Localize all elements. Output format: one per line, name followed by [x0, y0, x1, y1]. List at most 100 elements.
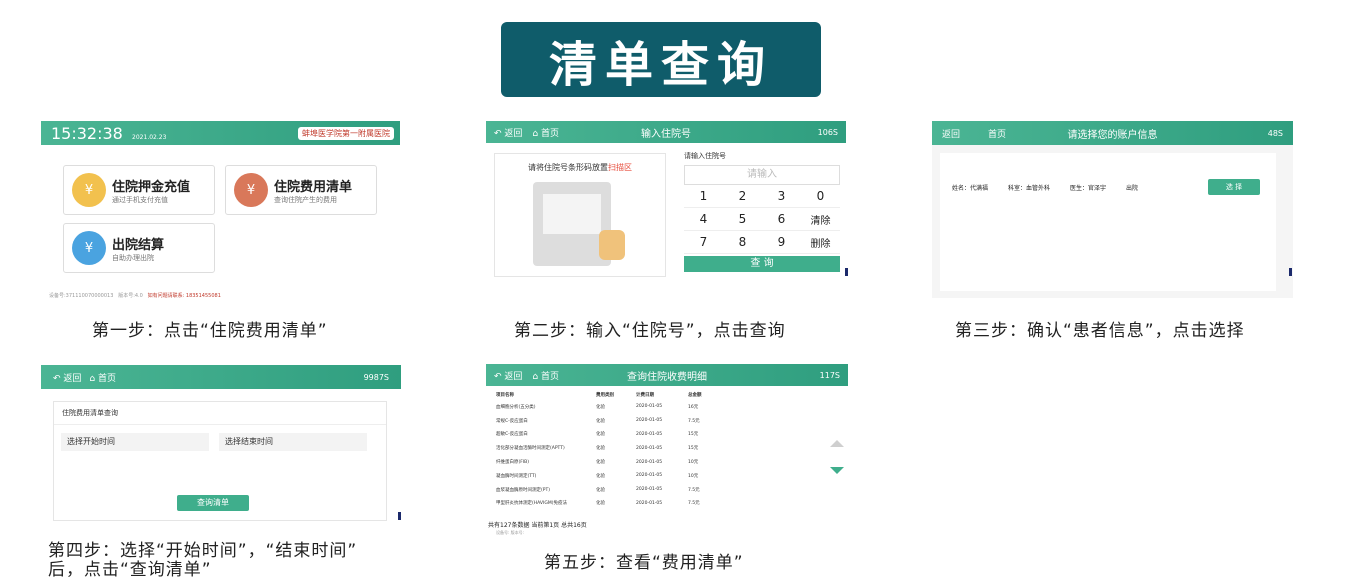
bill-icon: ¥	[234, 173, 268, 207]
step4-screenshot: ↶ 返回 ⌂ 首页 9987S 住院费用清单查询 选择开始时间 选择结束时间 查…	[41, 365, 401, 541]
scan-area: 请将住院号条形码放置扫描区	[494, 153, 666, 277]
clock: 15:32:38	[51, 123, 123, 143]
pagination-text: 共有127条数据 当前第1页 总共16页	[488, 522, 587, 529]
table-row: 超敏C-反应蛋白 化验 2020-01-05 15元	[492, 428, 724, 442]
tile-label: 住院押金充值	[112, 179, 191, 195]
scrollbar-mark	[398, 512, 401, 520]
key-5[interactable]: 5	[723, 208, 762, 231]
contact: 如有问题请联系: 18351455081	[147, 293, 221, 299]
key-0[interactable]: 0	[801, 185, 840, 208]
table-row: 常规C-反应蛋白 化验 2020-01-05 7.5元	[492, 414, 724, 428]
step1-caption: 第一步：点击“住院费用清单”	[92, 321, 328, 341]
step4-header: ↶ 返回 ⌂ 首页 9987S	[41, 365, 401, 389]
cell: 2020-01-05	[636, 473, 663, 479]
header-title: 请选择您的账户信息	[1067, 129, 1158, 141]
tile-sub: 通过手机支付充值	[112, 195, 168, 204]
step1-screenshot: 15:32:38 2021.02.23 蚌埠医学院第一附属医院 ¥ 住院押金充值…	[41, 121, 400, 301]
key-4[interactable]: 4	[684, 208, 723, 231]
scroll-up-icon[interactable]	[830, 440, 844, 447]
wallet-icon: ¥	[72, 173, 106, 207]
table-row: 血浆凝血酶原时间测定(PT) 化验 2020-01-05 7.5元	[492, 483, 724, 497]
query-button[interactable]: 查 询	[684, 256, 840, 272]
tile-sub: 自助办理出院	[112, 253, 154, 262]
cell: 7.5元	[688, 418, 700, 424]
version: 版本号:4.0	[118, 293, 143, 299]
step1-footer: 设备号:371110070000013 版本号:4.0 如有问题请联系: 183…	[49, 292, 221, 299]
end-time-field[interactable]: 选择结束时间	[219, 433, 367, 451]
scan-hint: 请将住院号条形码放置扫描区	[495, 162, 665, 173]
hand-icon	[599, 230, 625, 260]
key-8[interactable]: 8	[723, 231, 762, 254]
key-3[interactable]: 3	[762, 185, 801, 208]
home-button[interactable]: ⌂ 首页	[89, 371, 116, 384]
key-9[interactable]: 9	[762, 231, 801, 254]
back-button[interactable]: ↶ 返回	[53, 371, 81, 384]
tile-label: 出院结算	[112, 237, 165, 253]
page-title-banner: 清单查询	[501, 22, 821, 97]
tile-sub: 查询住院产生的费用	[274, 195, 337, 204]
cell: 2020-01-05	[636, 500, 663, 506]
keypad-area: 请输入住院号 请输入 1 2 3 0 4 5 6 清除 7 8 9 删除 查 询	[684, 151, 840, 272]
cell: 纤维蛋白原(FIB)	[496, 460, 530, 466]
table-row: 凝血酶时间测定(TT) 化验 2020-01-05 10元	[492, 469, 724, 483]
kiosk-illustration	[533, 182, 625, 266]
patient-status: 出院	[1126, 185, 1139, 192]
admission-number-input[interactable]: 请输入	[684, 165, 840, 185]
patient-name: 姓名：代满福	[952, 185, 989, 192]
key-1[interactable]: 1	[684, 185, 723, 208]
account-card	[940, 153, 1276, 291]
cell: 15元	[688, 432, 699, 438]
cell: 化验	[596, 404, 605, 410]
back-label: 返回	[63, 373, 82, 384]
start-time-field[interactable]: 选择开始时间	[61, 433, 209, 451]
key-6[interactable]: 6	[762, 208, 801, 231]
input-label: 请输入住院号	[684, 152, 726, 160]
delete-key[interactable]: 删除	[801, 231, 840, 254]
tile-fee-list[interactable]: ¥ 住院费用清单 查询住院产生的费用	[225, 165, 377, 215]
cell: 常规C-反应蛋白	[496, 418, 528, 424]
header-title: 查询住院收费明细	[627, 371, 707, 383]
query-list-button[interactable]: 查询清单	[177, 495, 249, 511]
column-header: 项目名称	[496, 393, 514, 398]
cell: 血细胞分析(五分类)	[496, 404, 536, 410]
countdown: 9987S	[363, 372, 389, 382]
cell: 2020-01-05	[636, 418, 663, 424]
cell: 2020-01-05	[636, 431, 663, 437]
column-header: 总金额	[688, 393, 702, 398]
cell: 16元	[688, 404, 699, 410]
cell: 化验	[596, 460, 605, 466]
clear-key[interactable]: 清除	[801, 208, 840, 231]
cell: 凝血酶时间测定(TT)	[496, 473, 537, 479]
keypad: 1 2 3 0 4 5 6 清除 7 8 9 删除	[684, 185, 840, 254]
cell: 血浆凝血酶原时间测定(PT)	[496, 487, 550, 493]
patient-dept: 科室：血管外科	[1008, 185, 1051, 192]
cell: 2020-01-05	[636, 459, 663, 465]
cell: 化验	[596, 501, 605, 507]
key-2[interactable]: 2	[723, 185, 762, 208]
cell: 15元	[688, 446, 699, 452]
step3-caption: 第三步：确认“患者信息”，点击选择	[955, 321, 1245, 341]
step2-screenshot: ↶ 返回 ⌂ 首页 输入住院号 106S 请将住院号条形码放置扫描区 请输入住院…	[486, 121, 846, 299]
key-7[interactable]: 7	[684, 231, 723, 254]
table-row: 活化部分凝血活酶时间测定(APTT) 化验 2020-01-05 15元	[492, 441, 724, 455]
step2-header: ↶ 返回 ⌂ 首页 输入住院号 106S	[486, 121, 846, 143]
caption-line: 后，点击“查询清单”	[48, 560, 212, 580]
hospital-logo: 蚌埠医学院第一附属医院	[298, 126, 394, 140]
table-header: 项目名称 费用类别 计费日期 总金额	[492, 390, 724, 400]
scroll-down-icon[interactable]	[830, 467, 844, 474]
scrollbar-mark	[845, 268, 848, 276]
home-label: 首页	[98, 373, 117, 384]
step2-caption: 第二步：输入“住院号”，点击查询	[514, 321, 786, 341]
device-id: 设备号:371110070000013	[49, 293, 114, 299]
step5-footer: 设备号: 版本号:	[496, 530, 524, 535]
cell: 化验	[596, 446, 605, 452]
tile-discharge[interactable]: ¥ 出院结算 自助办理出院	[63, 223, 215, 273]
step5-screenshot: ↶ 返回 ⌂ 首页 查询住院收费明细 117S 项目名称 费用类别 计费日期 总…	[486, 364, 848, 542]
select-button[interactable]: 选 择	[1208, 179, 1260, 195]
tile-label: 住院费用清单	[274, 179, 353, 195]
tile-deposit[interactable]: ¥ 住院押金充值 通过手机支付充值	[63, 165, 215, 215]
page-title: 清单查询	[548, 36, 773, 93]
header-title: 输入住院号	[641, 128, 691, 140]
hint-red: 扫描区	[608, 163, 632, 172]
step1-header: 15:32:38 2021.02.23 蚌埠医学院第一附属医院	[41, 121, 400, 145]
